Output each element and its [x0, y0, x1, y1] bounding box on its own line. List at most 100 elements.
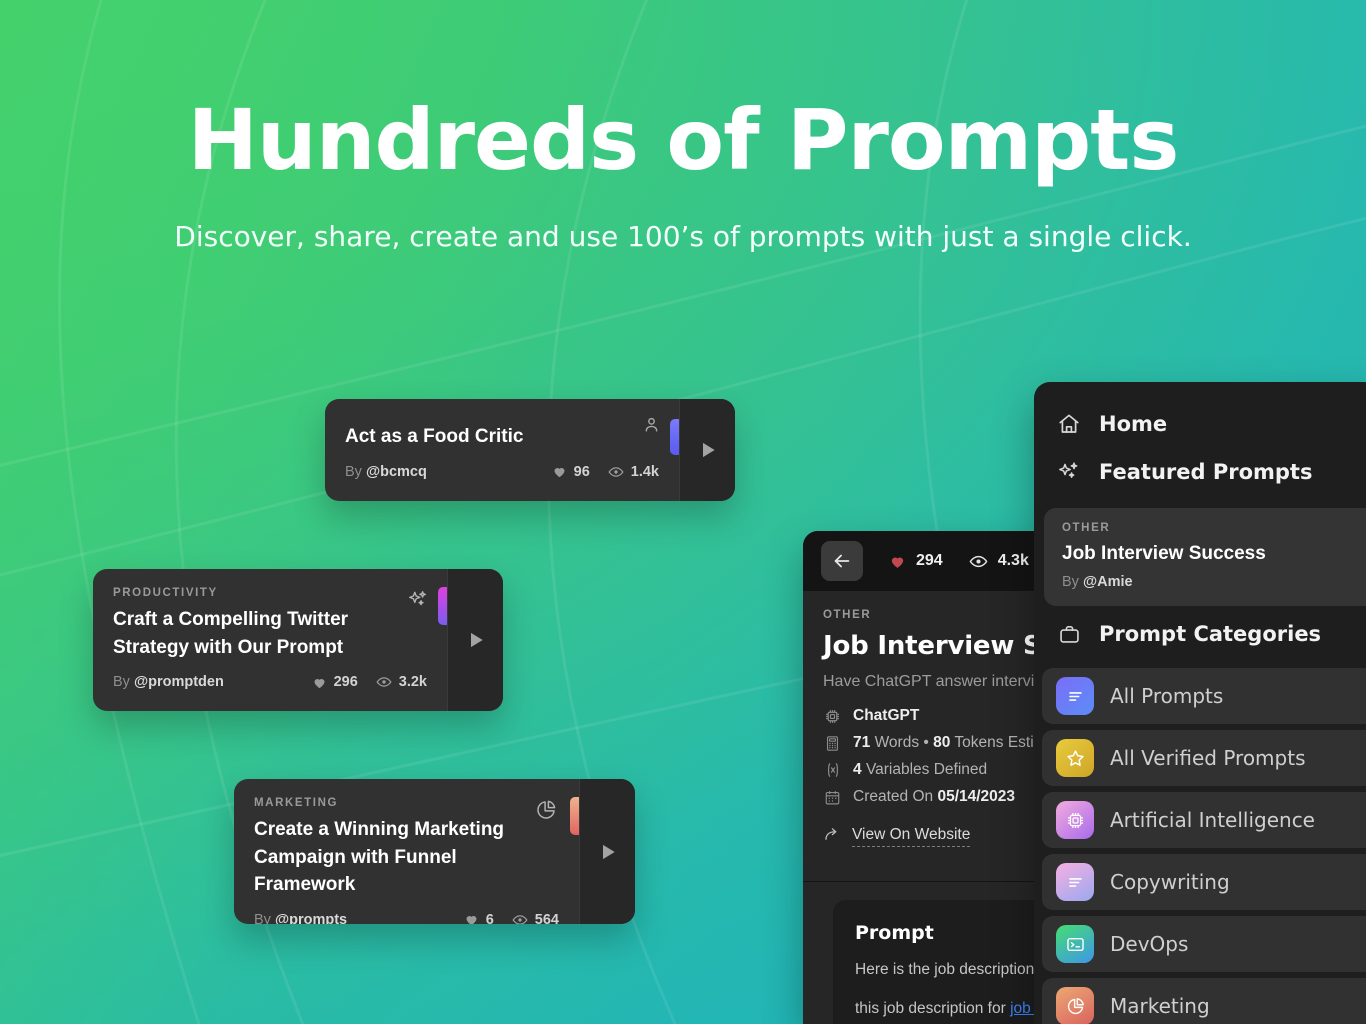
author-prefix: By: [113, 674, 130, 691]
prompt-card-body: PRODUCTIVITY Craft a Compelling Twitter …: [93, 569, 447, 711]
prompt-line-2-text: this job description for: [855, 999, 1011, 1017]
pie-chart-icon: [535, 799, 557, 826]
detail-likes-count: 294: [916, 552, 943, 569]
sidebar-item-featured-prompts[interactable]: Featured Prompts: [1034, 448, 1366, 496]
author-handle: @Amie: [1082, 574, 1133, 590]
category-label: All Verified Prompts: [1110, 746, 1306, 770]
detail-created-date: 05/14/2023: [937, 788, 1016, 805]
category-item-artificial-intelligence[interactable]: Artificial Intelligence: [1042, 792, 1366, 848]
likes-stat: 96: [552, 464, 590, 480]
calendar-icon: [823, 789, 842, 806]
category-item-all-prompts[interactable]: All Prompts: [1042, 668, 1366, 724]
detail-likes[interactable]: 294: [889, 552, 943, 570]
variable-icon: [823, 761, 842, 779]
detail-views-count: 4.3k: [997, 552, 1029, 569]
prompt-card-author: By @bcmcq: [345, 464, 427, 480]
prompt-card-meta: By @prompts 6 564: [254, 912, 559, 924]
prompt-card-title: Create a Winning Marketing Campaign with…: [254, 819, 505, 896]
prompt-card[interactable]: Act as a Food Critic By @bcmcq 96 1.4k: [325, 399, 735, 501]
page-title: Hundreds of Prompts: [187, 91, 1180, 189]
views-count: 3.2k: [398, 674, 427, 691]
play-prompt-button[interactable]: [447, 569, 503, 711]
likes-count: 6: [485, 911, 494, 924]
featured-category: OTHER: [1062, 522, 1111, 534]
heart-icon: [554, 468, 565, 478]
author-handle: @prompts: [274, 911, 348, 924]
eye-icon: [376, 677, 392, 687]
featured-title: Job Interview Success: [1062, 543, 1266, 564]
chip-icon: [1056, 801, 1094, 839]
prompt-card-stats: 296 3.2k: [312, 674, 427, 690]
category-label: All Prompts: [1110, 684, 1224, 708]
category-label: Marketing: [1110, 994, 1210, 1018]
star-icon: [1056, 739, 1094, 777]
detail-tokens-count: 80: [933, 734, 951, 751]
likes-stat: 296: [312, 674, 358, 690]
sidebar-item-label: Featured Prompts: [1099, 460, 1313, 484]
detail-words-label: Words: [874, 734, 920, 751]
category-label: DevOps: [1110, 932, 1189, 956]
prompt-card-title: Act as a Food Critic: [345, 426, 524, 447]
pie-chart-icon: [1056, 987, 1094, 1024]
featured-prompt-card[interactable]: OTHER Job Interview Success By @Amie: [1044, 508, 1366, 606]
person-icon: [642, 415, 661, 439]
card-accent-strip: [670, 419, 679, 455]
prompt-card-category: PRODUCTIVITY: [113, 587, 218, 599]
sparkles-icon: [407, 589, 429, 616]
sidebar-heading-label: Prompt Categories: [1099, 622, 1322, 646]
views-count: 1.4k: [630, 463, 659, 480]
views-stat: 3.2k: [376, 674, 427, 690]
detail-created-label: Created On: [853, 788, 934, 805]
category-list: All Prompts All Verified Prompts Artific…: [1034, 668, 1366, 1024]
likes-count: 96: [573, 463, 590, 480]
author-prefix: By: [1062, 574, 1079, 590]
author-handle: @bcmcq: [365, 463, 427, 480]
category-item-marketing[interactable]: Marketing: [1042, 978, 1366, 1024]
detail-words-count: 71: [853, 734, 871, 751]
prompt-card-stats: 96 1.4k: [552, 464, 659, 480]
sidebar-heading-prompt-categories[interactable]: Prompt Categories: [1034, 610, 1366, 658]
hero-section: Hundreds of Prompts Discover, share, cre…: [0, 0, 1366, 253]
likes-stat: 6: [464, 912, 494, 924]
detail-tokens-label: Tokens Estim: [954, 734, 1047, 751]
calculator-icon: [823, 735, 842, 752]
author-prefix: By: [254, 911, 271, 924]
detail-model: ChatGPT: [853, 707, 920, 724]
share-arrow-icon: [823, 825, 841, 848]
featured-author: By @Amie: [1062, 574, 1366, 590]
card-accent-strip: [570, 797, 579, 835]
author-prefix: By: [345, 463, 362, 480]
category-item-devops[interactable]: DevOps: [1042, 916, 1366, 972]
category-item-all-verified-prompts[interactable]: All Verified Prompts: [1042, 730, 1366, 786]
prompt-card-category: MARKETING: [254, 797, 339, 809]
play-prompt-button[interactable]: [579, 779, 635, 924]
arrow-left-icon: [834, 554, 850, 568]
heart-icon: [466, 916, 477, 924]
category-label: Copywriting: [1110, 870, 1230, 894]
detail-separator: •: [923, 734, 929, 751]
prompt-card-meta: By @bcmcq 96 1.4k: [345, 464, 659, 480]
category-item-copywriting[interactable]: Copywriting: [1042, 854, 1366, 910]
detail-variables-count: 4: [853, 761, 862, 778]
eye-icon: [608, 466, 624, 477]
back-button[interactable]: [821, 541, 863, 581]
home-icon: [1056, 412, 1082, 436]
heart-icon: [891, 557, 904, 568]
prompt-card-author: By @prompts: [254, 912, 347, 924]
prompt-card[interactable]: PRODUCTIVITY Craft a Compelling Twitter …: [93, 569, 503, 711]
eye-icon: [969, 555, 988, 567]
prompt-card-title: Craft a Compelling Twitter Strategy with…: [113, 609, 349, 658]
heart-icon: [314, 678, 325, 688]
chip-icon: [823, 708, 842, 725]
page-subtitle: Discover, share, create and use 100’s of…: [174, 220, 1192, 253]
lines-icon: [1056, 863, 1094, 901]
prompt-card[interactable]: MARKETING Create a Winning Marketing Cam…: [234, 779, 635, 924]
sidebar-item-home[interactable]: Home: [1034, 400, 1366, 448]
prompt-card-author: By @promptden: [113, 674, 224, 690]
prompt-card-body: MARKETING Create a Winning Marketing Cam…: [234, 779, 579, 924]
prompt-card-body: Act as a Food Critic By @bcmcq 96 1.4k: [325, 399, 679, 501]
sidebar-panel: Home Featured Prompts OTHER Job Intervie…: [1034, 382, 1366, 1024]
briefcase-icon: [1056, 623, 1082, 646]
play-prompt-button[interactable]: [679, 399, 735, 501]
detail-views: 4.3k: [969, 552, 1029, 571]
